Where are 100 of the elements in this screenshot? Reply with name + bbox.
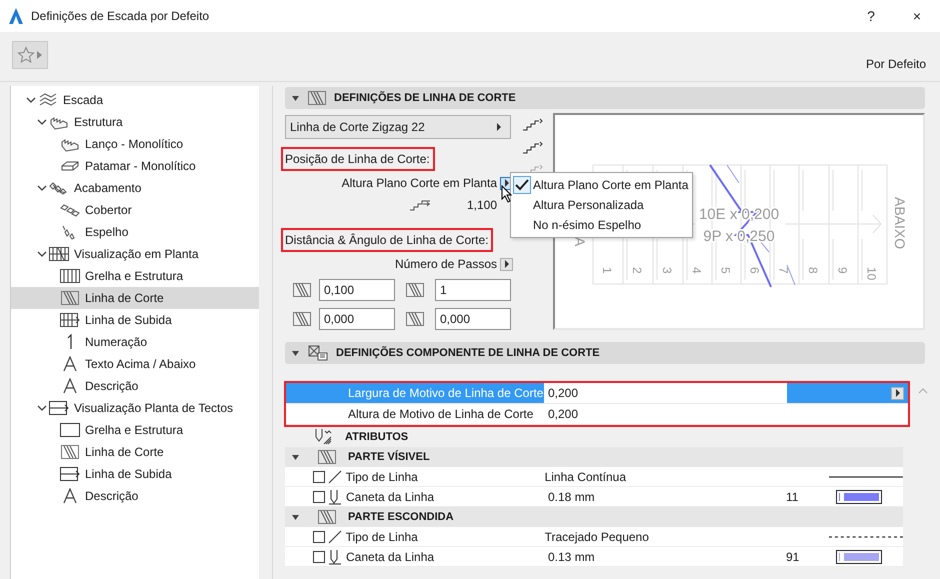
- caret-icon: [496, 123, 502, 131]
- section-label: Distância & Ângulo de Linha de Corte:: [281, 228, 494, 252]
- chevron-icon[interactable]: [26, 96, 36, 104]
- tread-icon: [60, 203, 80, 217]
- tree-item[interactable]: Grelha e Estrutura: [11, 265, 259, 287]
- checkmark-icon: [515, 179, 529, 191]
- line-icon: [328, 470, 342, 484]
- tree-item[interactable]: Cobertor: [11, 199, 259, 221]
- arrow-grid-icon: [60, 313, 80, 327]
- hatch-icon: [61, 445, 79, 459]
- rectangle-icon: [60, 423, 80, 437]
- checkbox[interactable]: [313, 530, 325, 542]
- attribute-row[interactable]: Tipo de Linha Linha Contínua: [285, 467, 903, 487]
- attribute-row[interactable]: Caneta da Linha 0.18 mm 11: [285, 487, 903, 507]
- group-row[interactable]: PARTE VÍSIVEL: [285, 447, 903, 467]
- chevron-icon[interactable]: [37, 250, 47, 258]
- chevron-icon[interactable]: [37, 118, 47, 126]
- step-number: 9: [836, 267, 850, 274]
- section-label: Posição de Linha de Corte:: [281, 147, 435, 171]
- value-menu-button[interactable]: [891, 386, 904, 400]
- number-field[interactable]: 1: [435, 279, 511, 301]
- steps-mode-button[interactable]: [500, 258, 513, 270]
- pen-icon: [328, 488, 342, 504]
- tread-stack-icon: [49, 181, 69, 195]
- collapse-arrow-icon[interactable]: [291, 452, 300, 462]
- number-field[interactable]: 0,000: [435, 308, 511, 330]
- attribute-row[interactable]: Tipo de Linha Tracejado Pequeno: [285, 527, 903, 547]
- step-number: 1: [600, 267, 614, 274]
- chevron-icon[interactable]: [37, 184, 47, 192]
- tree-item[interactable]: Estrutura: [11, 111, 259, 133]
- line-style-dropdown[interactable]: Linha de Corte Zigzag 22: [285, 115, 511, 139]
- position-mode-label: Altura Plano Corte em Planta: [342, 176, 497, 190]
- step-number: 10: [864, 267, 878, 280]
- section-header[interactable]: DEFINIÇÕES COMPONENTE DE LINHA DE CORTE: [285, 342, 925, 364]
- text-icon: [63, 378, 77, 394]
- menu-item[interactable]: No n-ésimo Espelho: [511, 215, 692, 235]
- tree-item[interactable]: Visualização em Planta: [11, 243, 259, 265]
- plan-grid-icon: [49, 247, 69, 261]
- step-number: 7: [776, 267, 790, 274]
- tree-item[interactable]: Escada: [11, 89, 259, 111]
- tree-item[interactable]: Lanço - Monolítico: [11, 133, 259, 155]
- app-logo-icon: [8, 7, 24, 25]
- menu-item[interactable]: Altura Plano Corte em Planta: [511, 175, 692, 195]
- section-header[interactable]: DEFINIÇÕES DE LINHA DE CORTE: [285, 87, 925, 109]
- help-button[interactable]: ?: [848, 0, 894, 32]
- star-icon: [17, 46, 35, 64]
- tree-item[interactable]: Linha de Corte: [11, 287, 259, 309]
- angle-icon: [406, 312, 424, 326]
- step-number: 5: [718, 267, 732, 274]
- text-icon: [63, 488, 77, 504]
- hatch-icon: [61, 291, 79, 305]
- group-row[interactable]: PARTE ESCONDIDA: [285, 507, 903, 527]
- offset-icon: [293, 283, 311, 297]
- hatch-icon: [308, 91, 326, 105]
- tree-item[interactable]: Acabamento: [11, 177, 259, 199]
- attributes-title: ATRIBUTOS: [345, 431, 408, 443]
- favorites-button[interactable]: [12, 40, 48, 68]
- close-button[interactable]: ×: [894, 0, 940, 32]
- tree-item[interactable]: Descrição: [11, 485, 259, 507]
- collapse-arrow-icon[interactable]: [291, 94, 300, 102]
- step-number: 3: [660, 267, 674, 274]
- chevron-icon[interactable]: [37, 404, 47, 412]
- preset-label: Por Defeito: [866, 56, 926, 70]
- stair-structure-icon: [49, 114, 69, 130]
- component-settings-icon: [308, 345, 328, 361]
- step-number: 2: [630, 267, 644, 274]
- tree-item[interactable]: Texto Acima / Abaixo: [11, 353, 259, 375]
- stair-flight-icon: [60, 136, 80, 152]
- tree-item[interactable]: Espelho: [11, 221, 259, 243]
- tree-item[interactable]: Visualização Planta de Tectos: [11, 397, 259, 419]
- attributes-icon: [313, 428, 333, 446]
- stair-icon: [39, 93, 57, 107]
- tree-item[interactable]: Linha de Corte: [11, 441, 259, 463]
- collapse-arrow-icon[interactable]: [291, 348, 300, 358]
- checkbox[interactable]: [313, 490, 325, 502]
- tree-item[interactable]: Numeração: [11, 331, 259, 353]
- collapse-arrow-icon[interactable]: [291, 512, 300, 522]
- steps-mode-label: Número de Passos: [394, 257, 497, 271]
- property-row[interactable]: Largura de Motivo de Linha de Corte 0,200: [286, 383, 908, 404]
- checkbox[interactable]: [313, 550, 325, 562]
- property-row[interactable]: Altura de Motivo de Linha de Corte 0,200: [286, 404, 908, 425]
- slab-icon: [60, 159, 80, 173]
- checkbox[interactable]: [313, 470, 325, 482]
- line-icon: [328, 530, 342, 544]
- number-field[interactable]: 0,000: [319, 308, 395, 330]
- attribute-row[interactable]: Caneta da Linha 0.13 mm 91: [285, 547, 903, 567]
- caret-icon: [504, 260, 510, 268]
- dashed-hatch-icon: [318, 510, 336, 524]
- step-count-icon: [406, 283, 424, 297]
- tree-item[interactable]: Linha de Subida: [11, 463, 259, 485]
- menu-item[interactable]: Altura Personalizada: [511, 195, 692, 215]
- tree-item[interactable]: Grelha e Estrutura: [11, 419, 259, 441]
- number-field[interactable]: 0,100: [319, 279, 395, 301]
- pen-icon: [328, 548, 342, 564]
- tree-item[interactable]: Descrição: [11, 375, 259, 397]
- tree-item[interactable]: Patamar - Monolítico: [11, 155, 259, 177]
- tree-item[interactable]: Linha de Subida: [11, 309, 259, 331]
- caret-icon: [37, 50, 42, 58]
- start-label: A: [572, 237, 588, 246]
- caret-icon: [894, 389, 900, 397]
